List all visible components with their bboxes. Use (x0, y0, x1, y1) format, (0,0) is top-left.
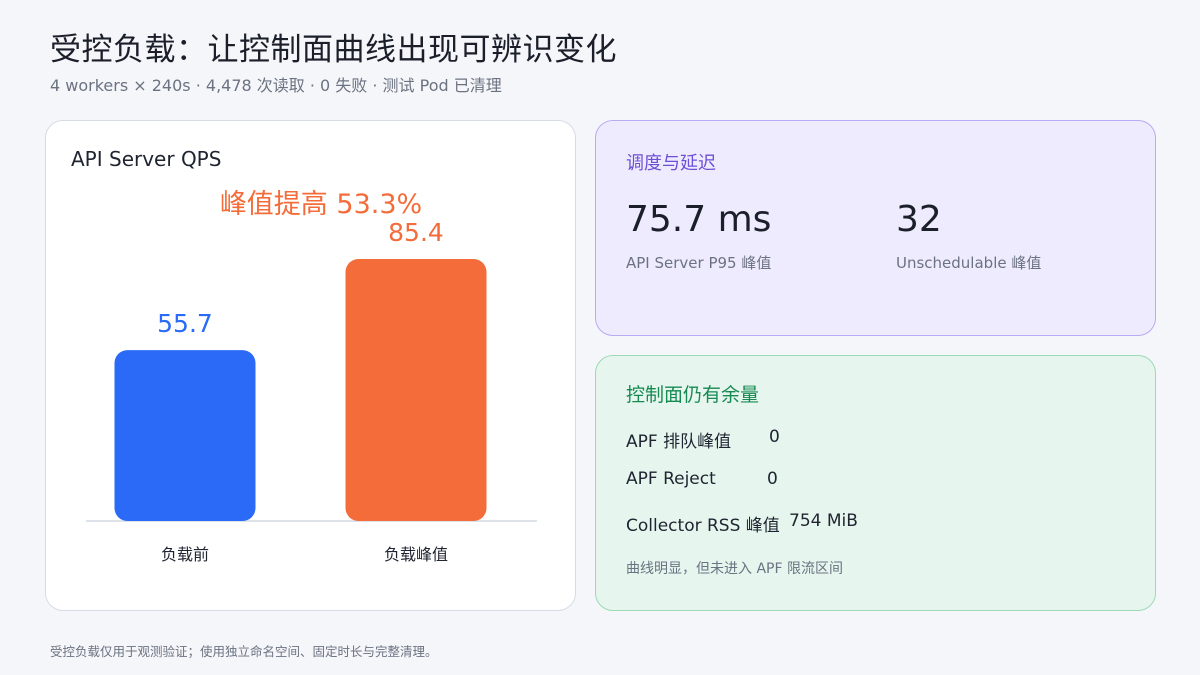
peak-increase-annotation: 峰值提高 53.3% (220, 189, 422, 220)
apf-queue-key: APF 排队峰值 (626, 432, 732, 452)
latency-heading: 调度与延迟 (626, 153, 716, 174)
apf-queue-row: APF 排队峰值 0 (626, 427, 780, 452)
apf-queue-value: 0 (769, 427, 780, 447)
qps-chart-card: API Server QPS 55.7 负载前 85.4 负载峰值 峰值提高 53.3% (45, 120, 576, 611)
bar-value-label: 55.7 (157, 309, 213, 338)
footnote: 受控负载仅用于观测验证；使用独立命名空间、固定时长与完整清理。 (50, 644, 438, 659)
collector-rss-row: Collector RSS 峰值 754 MiB (626, 511, 858, 536)
bar-value-label: 85.4 (388, 218, 444, 247)
p95-latency-label: API Server P95 峰值 (626, 254, 772, 272)
unschedulable-value: 32 (896, 199, 942, 240)
category-label: 负载前 (161, 545, 209, 564)
bar-before (114, 350, 256, 521)
page-title: 受控负载：让控制面曲线出现可辨识变化 (50, 32, 617, 68)
bar-peak (345, 259, 487, 521)
collector-rss-key: Collector RSS 峰值 (626, 516, 780, 536)
qps-bar-chart: 55.7 负载前 85.4 负载峰值 峰值提高 53.3% (86, 189, 537, 564)
capacity-heading: 控制面仍有余量 (626, 384, 760, 406)
capacity-note: 曲线明显，但未进入 APF 限流区间 (626, 561, 843, 577)
p95-latency-value: 75.7 ms (626, 199, 772, 240)
category-label: 负载峰值 (384, 545, 448, 564)
apf-reject-key: APF Reject (626, 469, 716, 489)
capacity-card: 控制面仍有余量 APF 排队峰值 0 APF Reject 0 Collecto… (595, 355, 1156, 611)
unschedulable-label: Unschedulable 峰值 (896, 254, 1042, 272)
latency-card: 调度与延迟 75.7 ms API Server P95 峰值 32 Unsch… (595, 120, 1156, 336)
page-subtitle: 4 workers × 240s · 4,478 次读取 · 0 失败 · 测试… (50, 76, 502, 95)
collector-rss-value: 754 MiB (789, 511, 858, 531)
apf-reject-row: APF Reject 0 (626, 469, 778, 489)
apf-reject-value: 0 (767, 469, 778, 489)
